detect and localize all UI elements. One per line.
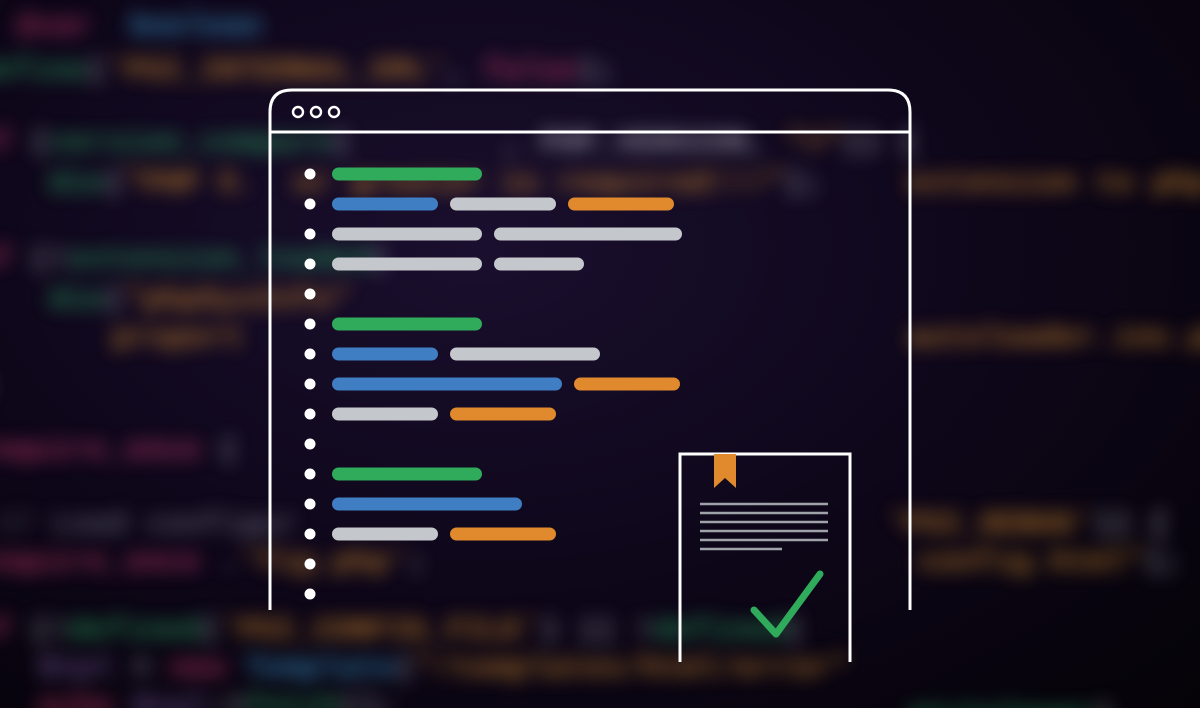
document-card [680,454,850,662]
code-token-bar [494,228,682,241]
line-bullet-icon [305,499,316,510]
code-token-bar [332,528,438,541]
code-token-bar [574,378,680,391]
line-bullet-icon [305,439,316,450]
code-token-bar [332,318,482,331]
code-token-bar [332,198,438,211]
line-bullet-icon [305,349,316,360]
window-control-dot-icon [329,107,339,117]
line-bullet-icon [305,289,316,300]
checkmark-icon [754,574,820,634]
line-bullet-icon [305,529,316,540]
bookmark-icon [714,454,736,488]
line-bullet-icon [305,469,316,480]
code-token-bar [494,258,584,271]
code-token-bar [332,168,482,181]
line-bullet-icon [305,259,316,270]
line-bullet-icon [305,229,316,240]
code-token-bar [332,468,482,481]
code-token-bar [332,348,438,361]
code-token-bar [332,498,522,511]
line-bullet-icon [305,379,316,390]
line-bullet-icon [305,409,316,420]
code-token-bar [568,198,674,211]
window-control-dot-icon [293,107,303,117]
code-token-bar [450,348,600,361]
line-bullet-icon [305,559,316,570]
code-token-bar [332,408,438,421]
line-bullet-icon [305,319,316,330]
editor-illustration [0,0,1200,708]
line-bullet-icon [305,589,316,600]
background-blurred-code: @var boolean define('PSI_INTERNAL_XML', … [0,0,1200,708]
line-bullet-icon [305,169,316,180]
code-token-bar [450,408,556,421]
code-token-bar [332,228,482,241]
code-token-bar [450,528,556,541]
window-frame [270,90,910,610]
code-token-bar [332,258,482,271]
code-token-bar [450,198,556,211]
code-token-bar [332,378,562,391]
window-control-dot-icon [311,107,321,117]
line-bullet-icon [305,199,316,210]
